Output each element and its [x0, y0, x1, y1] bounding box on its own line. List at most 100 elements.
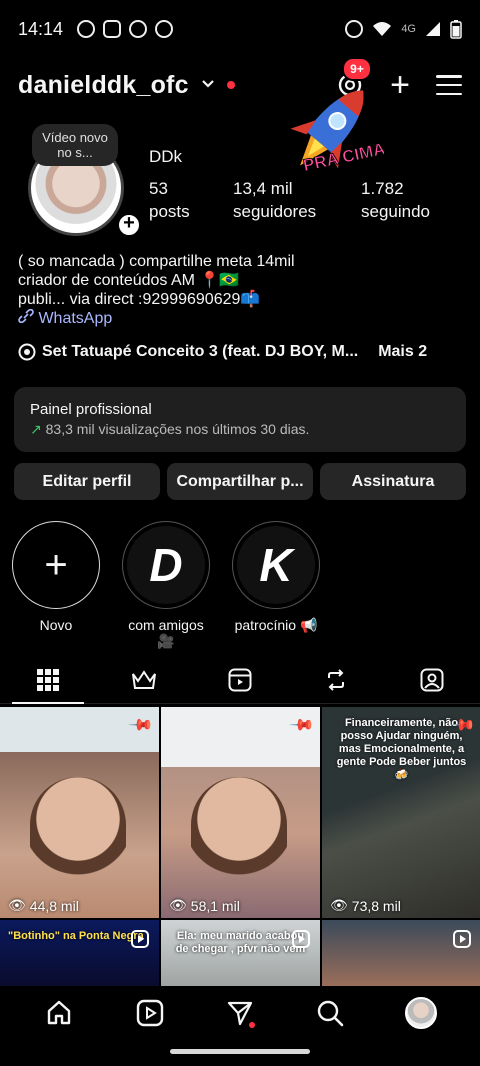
menu-icon[interactable]	[436, 75, 462, 95]
post-tile[interactable]: 📌 👁 44,8 mil	[0, 707, 159, 918]
nav-home[interactable]	[42, 996, 76, 1030]
stat-label: posts	[149, 202, 190, 221]
tab-subscriptions[interactable]	[96, 656, 192, 703]
highlight-cover: K	[237, 526, 315, 604]
tab-reposts[interactable]	[288, 656, 384, 703]
bio-link[interactable]: WhatsApp	[18, 308, 295, 328]
plus-icon[interactable]: +	[12, 521, 100, 609]
note-bubble[interactable]: Vídeo novo no s...	[32, 124, 118, 166]
stat-label: seguindo	[361, 202, 431, 221]
trend-up-icon: ↗	[30, 421, 42, 437]
panel-subtitle-text: 83,3 mil visualizações nos últimos 30 di…	[45, 421, 310, 437]
nav-search[interactable]	[313, 996, 347, 1030]
reel-icon	[292, 930, 310, 948]
profile-stats: 53 posts 13,4 mil seguidores 1.782 segui…	[149, 177, 469, 223]
subscription-button[interactable]: Assinatura	[320, 463, 466, 500]
display-name: DDk	[149, 147, 183, 166]
username[interactable]: danielddk_ofc	[18, 71, 189, 100]
bottom-nav	[0, 986, 480, 1040]
post-tile[interactable]: Ela: meu marido acabou de chegar , pfvr …	[161, 920, 320, 990]
tagged-icon	[420, 668, 444, 691]
highlight-item[interactable]: K patrocínio 📢	[232, 521, 320, 650]
music-track[interactable]: Set Tatuapé Conceito 3 (feat. DJ BOY, M.…	[42, 343, 358, 361]
stat-value: 13,4 mil	[233, 179, 293, 198]
tab-grid[interactable]	[0, 656, 96, 704]
avatar[interactable]	[404, 997, 437, 1029]
eye-icon: 👁	[330, 897, 348, 913]
highlight-new[interactable]: + Novo	[12, 521, 100, 650]
reel-icon	[131, 930, 149, 948]
highlight-cover-ring[interactable]: D	[122, 521, 210, 609]
post-thumbnail	[191, 777, 287, 897]
highlight-label: com amigos 🎥	[128, 617, 204, 649]
highlight-label: Novo	[39, 617, 73, 633]
views-count: 👁 44,8 mil	[8, 897, 79, 914]
highlight-label: patrocínio 📢	[234, 617, 318, 633]
home-icon	[47, 1000, 71, 1025]
clock: 14:14	[18, 18, 64, 39]
signal-icon	[426, 22, 440, 36]
highlight-cover-ring[interactable]: K	[232, 521, 320, 609]
profile-tabs	[0, 656, 480, 704]
reel-icon	[453, 930, 471, 948]
post-thumbnail	[30, 777, 126, 897]
add-story-button[interactable]: +	[116, 212, 142, 238]
battery-icon	[450, 20, 462, 39]
notification-icons	[77, 20, 174, 38]
stat-value: 53	[149, 179, 168, 198]
stat-value: 1.782	[361, 179, 404, 198]
create-button[interactable]: +	[390, 68, 410, 102]
reels-icon	[228, 668, 252, 691]
network-label: 4G	[401, 23, 416, 35]
professional-dashboard[interactable]: Painel profissional ↗ 83,3 mil visualiza…	[14, 387, 466, 452]
highlight-cover: D	[127, 526, 205, 604]
home-indicator[interactable]	[170, 1049, 310, 1054]
tab-tagged[interactable]	[384, 656, 480, 703]
share-profile-button[interactable]: Compartilhar p...	[167, 463, 313, 500]
reels-icon	[136, 999, 163, 1027]
crown-icon	[132, 669, 156, 689]
nav-reels[interactable]	[133, 996, 167, 1030]
stat-followers[interactable]: 13,4 mil seguidores	[233, 177, 361, 223]
post-tile[interactable]: Financeiramente, não posso Ajudar ningué…	[322, 707, 480, 918]
edit-profile-button[interactable]: Editar perfil	[14, 463, 160, 500]
music-more[interactable]: Mais 2	[378, 343, 427, 361]
post-tile[interactable]	[322, 920, 480, 990]
views-value: 73,8 mil	[351, 897, 401, 914]
system-icons: 4G	[345, 19, 462, 39]
profile-actions: Editar perfil Compartilhar p... Assinatu…	[14, 463, 466, 500]
status-bar: 14:14 4G	[0, 0, 480, 58]
post-caption: Ela: meu marido acabou de chegar , pfvr …	[175, 930, 306, 955]
pin-icon: 📌	[288, 712, 315, 739]
stat-posts[interactable]: 53 posts	[149, 177, 233, 223]
views-value: 58,1 mil	[190, 897, 240, 914]
instagram-icon	[103, 20, 122, 38]
nav-profile[interactable]	[404, 996, 438, 1030]
bio: ( so mancada ) compartilhe meta 14mil cr…	[18, 252, 295, 328]
bio-line: criador de conteúdos AM 📍🇧🇷	[18, 272, 240, 289]
post-tile[interactable]: "Botinho" na Ponta Negra	[0, 920, 159, 990]
stat-following[interactable]: 1.782 seguindo	[361, 177, 430, 223]
nav-direct[interactable]	[223, 996, 257, 1030]
record-icon	[129, 20, 148, 38]
posts-grid: 📌 👁 44,8 mil 📌 👁 58,1 mil Financeiramente,…	[0, 707, 480, 990]
unread-dot	[248, 1022, 255, 1028]
search-icon	[318, 1000, 344, 1027]
music-row[interactable]: Set Tatuapé Conceito 3 (feat. DJ BOY, M.…	[18, 343, 427, 361]
post-tile[interactable]: 📌 👁 58,1 mil	[161, 707, 320, 918]
chevron-down-icon[interactable]	[201, 76, 215, 94]
bio-link-text[interactable]: WhatsApp	[38, 310, 112, 327]
wifi-icon	[373, 22, 392, 36]
post-caption: "Botinho" na Ponta Negra	[8, 930, 144, 942]
link-icon	[18, 308, 34, 324]
tab-reels[interactable]	[192, 656, 288, 703]
eye-icon: 👁	[169, 897, 187, 913]
panel-subtitle: ↗ 83,3 mil visualizações nos últimos 30 …	[30, 421, 450, 438]
bio-line: ( so mancada ) compartilhe meta 14mil	[18, 253, 295, 270]
pin-icon: 📌	[127, 712, 154, 739]
views-count: 👁 73,8 mil	[330, 897, 401, 914]
bio-line: publi... via direct :92999690629📫	[18, 291, 261, 308]
eye-icon: 👁	[8, 897, 26, 913]
grid-icon	[37, 668, 59, 691]
highlight-item[interactable]: D com amigos 🎥	[122, 521, 210, 650]
